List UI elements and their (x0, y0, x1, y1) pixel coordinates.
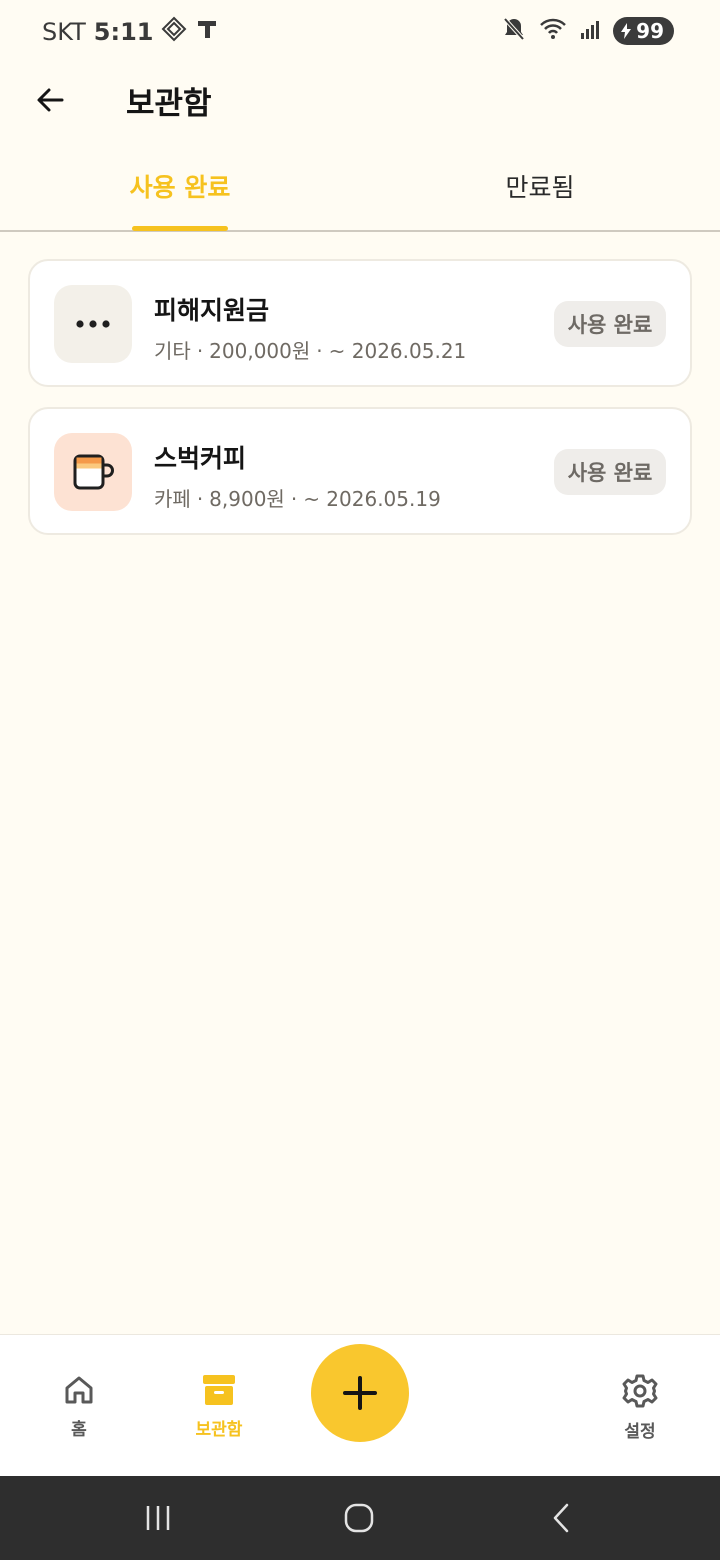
meta-separator: · (196, 487, 204, 511)
carrier-label: SKT (42, 18, 86, 46)
nav-settings[interactable]: 설정 (590, 1373, 690, 1442)
system-back-button[interactable] (541, 1498, 581, 1538)
charging-bolt-icon (621, 23, 632, 39)
add-coupon-button[interactable] (311, 1344, 409, 1442)
wifi-icon (539, 17, 567, 45)
page-title: 보관함 (126, 86, 212, 122)
coupon-name: 피해지원금 (154, 296, 270, 325)
status-left: SKT 5:11 (42, 16, 219, 48)
nav-archive[interactable]: 보관함 (169, 1373, 269, 1440)
home-system-button[interactable] (339, 1498, 379, 1538)
nav-archive-label: 보관함 (195, 1420, 243, 1440)
coupon-expiry: ~ 2026.05.21 (328, 339, 467, 363)
tab-used[interactable]: 사용 완료 (0, 150, 360, 230)
home-icon (65, 1376, 93, 1404)
coupon-category-icon (54, 285, 132, 363)
used-status-button[interactable]: 사용 완료 (554, 301, 666, 347)
clock: 5:11 (93, 18, 154, 46)
chevron-left-icon (553, 1503, 569, 1533)
recent-apps-icon (146, 1506, 170, 1530)
diamond-grid-icon (161, 16, 187, 48)
tab-bar: 사용 완료 만료됨 (0, 150, 720, 232)
tab-expired[interactable]: 만료됨 (360, 150, 720, 230)
signal-icon (579, 18, 601, 44)
meta-separator: · (316, 339, 323, 363)
mute-icon (501, 16, 527, 46)
app-header: 보관함 (0, 64, 720, 136)
meta-separator: · (196, 339, 204, 363)
coupon-card[interactable]: 스벅커피 카페 · 8,900원 · ~ 2026.05.19 사용 완료 (28, 407, 692, 535)
tab-active-indicator (132, 226, 228, 231)
coupon-expiry: ~ 2026.05.19 (303, 487, 441, 511)
more-dots-icon (76, 320, 110, 328)
recent-apps-button[interactable] (138, 1498, 178, 1538)
coupon-name: 스벅커피 (154, 444, 247, 473)
plus-icon (343, 1376, 377, 1410)
nav-settings-label: 설정 (624, 1422, 656, 1442)
coupon-meta: 카페 · 8,900원 · ~ 2026.05.19 (154, 483, 441, 512)
coupon-category: 카페 (154, 487, 191, 511)
home-circle-icon (344, 1503, 374, 1533)
system-navigation-bar (0, 1476, 720, 1560)
coupon-amount: 8,900원 (209, 487, 285, 511)
meta-separator: · (290, 487, 298, 511)
coupon-amount: 200,000원 (209, 339, 311, 363)
coupon-card[interactable]: 피해지원금 기타 · 200,000원 · ~ 2026.05.21 사용 완료 (28, 259, 692, 387)
battery-level: 99 (636, 19, 664, 43)
battery-indicator: 99 (613, 17, 674, 45)
gear-icon (622, 1374, 658, 1408)
coffee-mug-icon (73, 454, 114, 490)
status-right: 99 (501, 16, 674, 46)
nav-home-label: 홈 (71, 1420, 87, 1440)
nav-home[interactable]: 홈 (29, 1373, 129, 1440)
coupon-category: 기타 (154, 339, 191, 363)
arrow-left-icon (37, 88, 64, 112)
back-button[interactable] (28, 78, 72, 122)
coupon-category-icon (54, 433, 132, 511)
t-logo-icon (195, 17, 219, 47)
used-status-button[interactable]: 사용 완료 (554, 449, 666, 495)
coupon-list: 피해지원금 기타 · 200,000원 · ~ 2026.05.21 사용 완료 스벅커… (28, 259, 692, 555)
status-bar: SKT 5:11 99 (0, 0, 720, 64)
coupon-meta: 기타 · 200,000원 · ~ 2026.05.21 (154, 335, 466, 364)
archive-box-icon (203, 1375, 235, 1405)
